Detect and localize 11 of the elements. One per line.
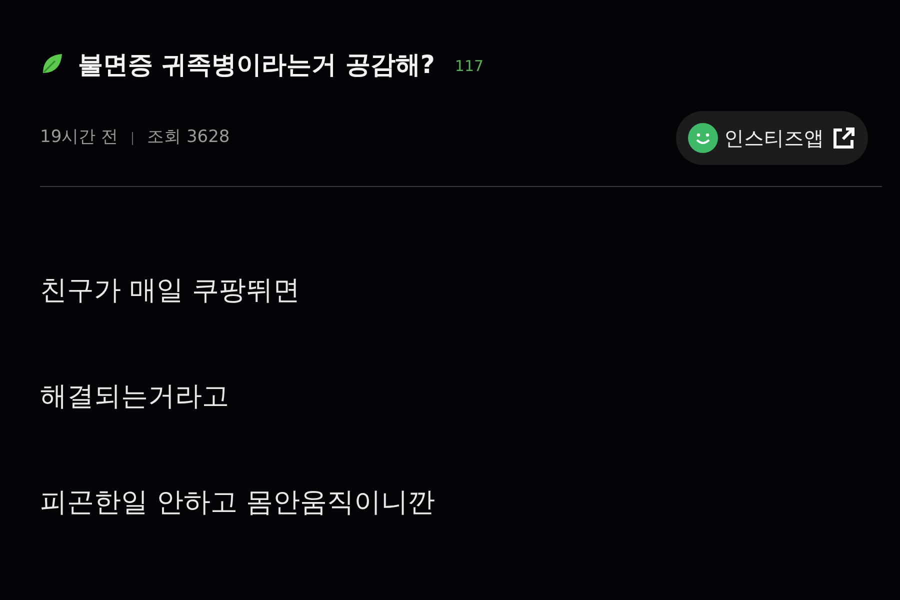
smiley-icon — [688, 123, 718, 153]
external-link-icon — [832, 126, 856, 150]
body-text: 해결되는거라고 — [40, 380, 230, 414]
body-text: 친구가 매일 쿠팡뛰면 — [40, 274, 302, 308]
app-link-button[interactable]: 인스티즈앱 — [676, 111, 868, 165]
comment-count: 117 — [454, 58, 484, 74]
leaf-icon — [40, 52, 64, 76]
post-title: 불면증 귀족병이라는거 공감해? — [78, 52, 435, 76]
view-count: 조회 3628 — [147, 126, 230, 150]
post-time: 19시간 전 — [40, 126, 118, 150]
body-text: 피곤한일 안하고 몸안움직이니깐 — [40, 486, 436, 520]
